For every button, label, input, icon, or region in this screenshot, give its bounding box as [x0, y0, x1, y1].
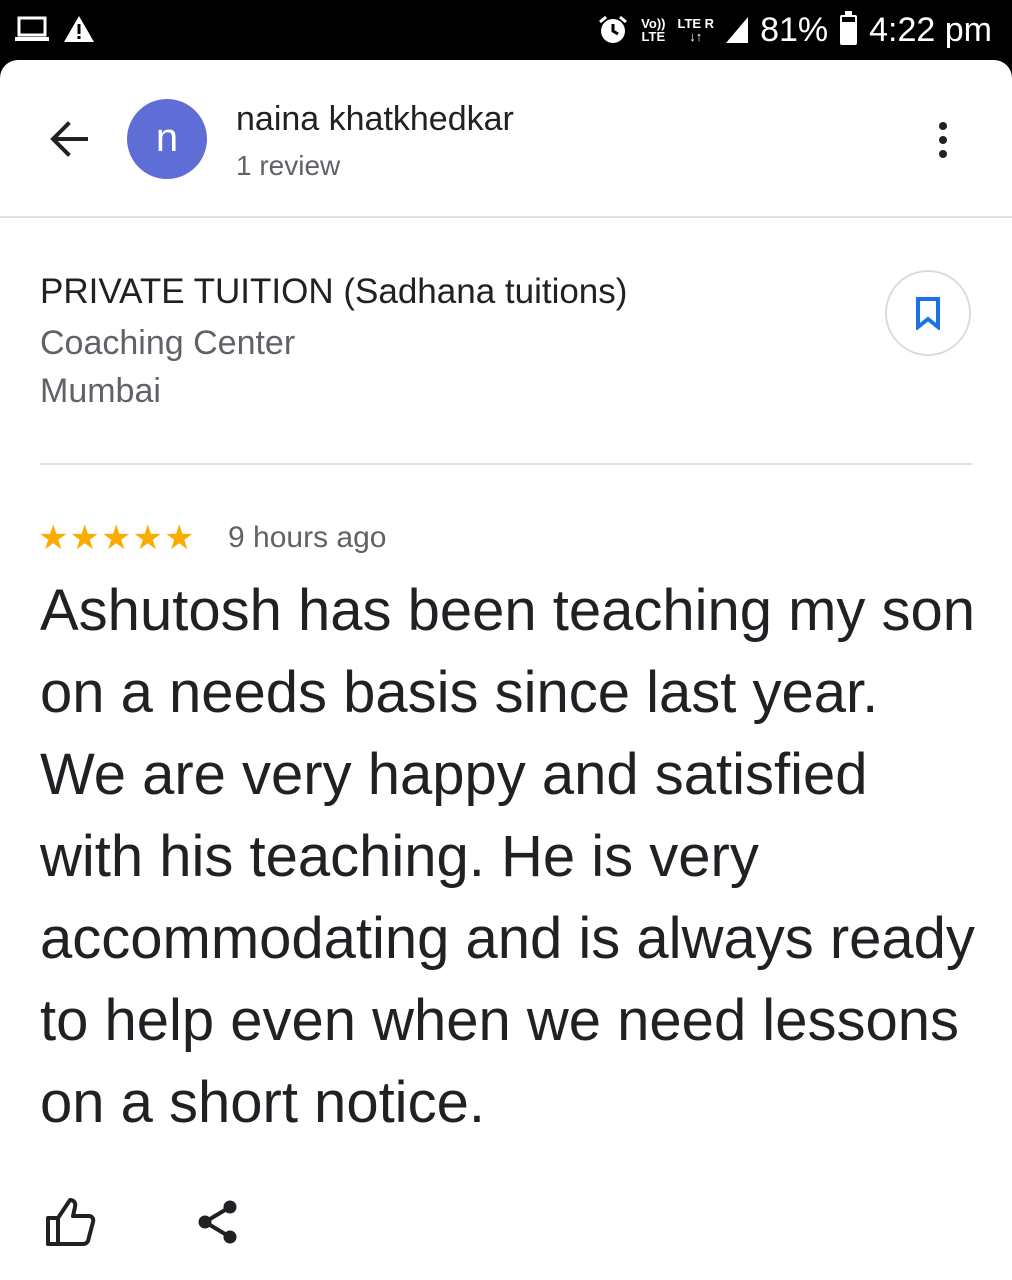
star-icon: ★ [163, 519, 195, 557]
status-left [14, 14, 96, 44]
back-arrow-icon[interactable] [42, 112, 96, 166]
review-card: n naina khatkhedkar 1 review PRIVATE TUI… [0, 60, 1012, 1280]
laptop-icon [15, 16, 49, 41]
clock: 4:22 pm [869, 11, 992, 49]
data-arrows-icon: ↓↑ [689, 29, 703, 44]
battery-fill [842, 21, 856, 43]
battery-percent: 81% [760, 11, 829, 49]
star-icon: ★ [132, 519, 163, 557]
header-divider [0, 216, 1012, 218]
place-name[interactable]: PRIVATE TUITION (Sadhana tuitions) [40, 272, 627, 312]
volte-indicator: Vo)) LTE [641, 17, 665, 43]
more-options-icon[interactable] [926, 118, 960, 162]
avatar[interactable]: n [127, 99, 207, 179]
warning-icon [64, 16, 94, 42]
star-icon: ★ [69, 519, 100, 557]
volte-bottom: LTE [641, 29, 666, 44]
reviewer-name[interactable]: naina khatkhedkar [236, 100, 514, 139]
place-category: Coaching Center [40, 324, 296, 362]
status-bar: Vo)) LTE LTE R ↓↑ 81% 4:22 pm [0, 0, 1012, 60]
star-icon: ★ [100, 519, 132, 557]
review-time: 9 hours ago [228, 521, 387, 554]
signal-icon [726, 17, 749, 43]
status-right: Vo)) LTE LTE R ↓↑ 81% 4:22 pm [597, 8, 992, 52]
app-header: n naina khatkhedkar 1 review [0, 60, 1012, 216]
place-city: Mumbai [40, 372, 161, 410]
star-icon: ★ [38, 519, 69, 557]
lte-indicator: LTE R ↓↑ [677, 17, 714, 43]
review-text: Ashutosh has been teaching my son on a n… [40, 578, 976, 1135]
review-count: 1 review [236, 150, 341, 181]
alarm-icon [599, 15, 628, 43]
thumbs-up-icon[interactable] [44, 1196, 96, 1248]
save-button[interactable] [885, 270, 971, 356]
bookmark-icon [916, 297, 940, 330]
share-icon[interactable] [194, 1198, 242, 1246]
place-divider [40, 463, 972, 465]
star-rating: ★ ★ ★ ★ ★ [38, 520, 194, 556]
battery-icon [840, 11, 858, 45]
